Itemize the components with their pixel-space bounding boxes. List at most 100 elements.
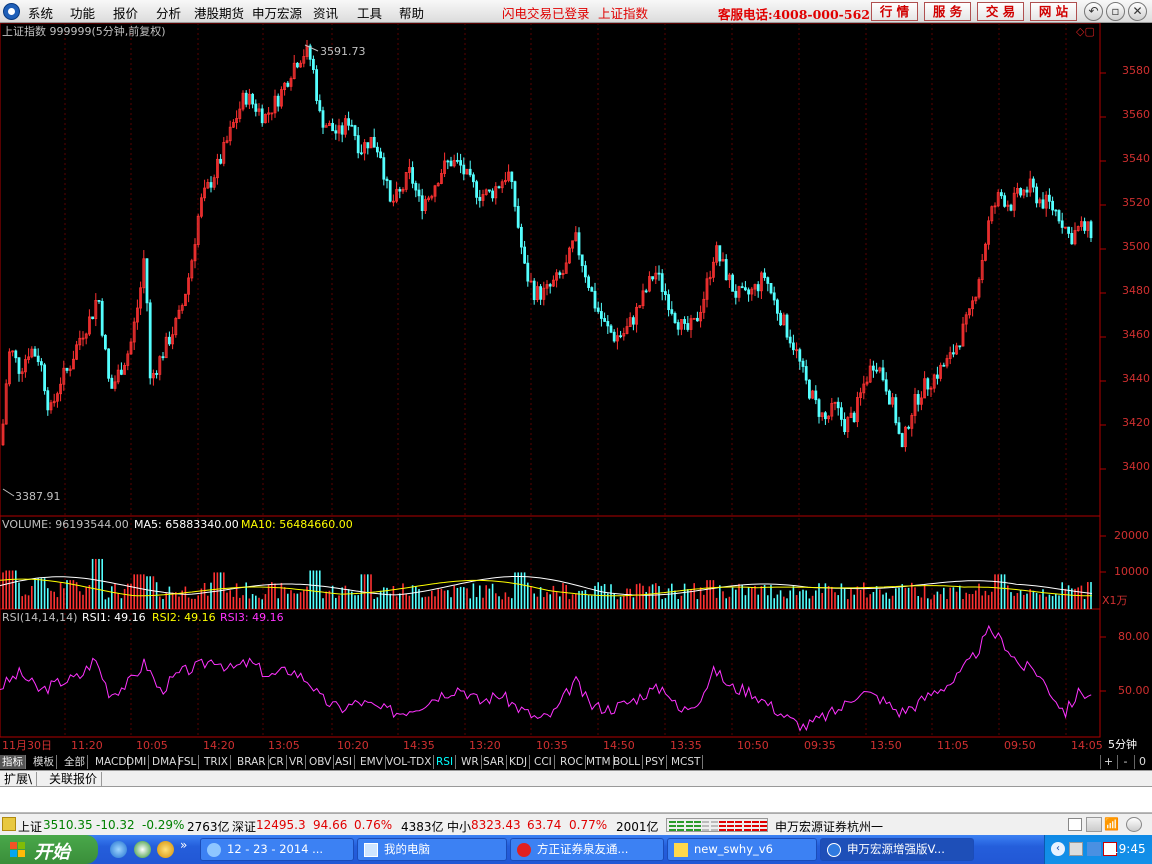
network-icon[interactable] [1087, 842, 1101, 856]
tab-indicator[interactable]: 指标 [0, 755, 26, 769]
close-icon[interactable]: ✕ [1128, 2, 1147, 21]
candle-body [167, 336, 171, 345]
candle-body [523, 246, 526, 264]
tab-kdj[interactable]: KDJ [507, 755, 531, 769]
candle-body [315, 69, 319, 101]
back-icon[interactable]: ↶ [1084, 2, 1103, 21]
tab-brar[interactable]: BRAR [235, 755, 269, 769]
tab-asi[interactable]: ASI [333, 755, 355, 769]
menu-item-swhy[interactable]: 申万宏源 [252, 3, 302, 22]
chart-area[interactable]: 上证指数 999999(5分钟,前复权) ◇▢ 3591.73 3387.91 … [0, 23, 1152, 755]
candle-body [1067, 226, 1070, 234]
tab-mcst[interactable]: MCST [669, 755, 704, 769]
rsi-tick-label: 80.00 [1118, 630, 1150, 643]
restore-icon[interactable]: ▫ [1106, 2, 1125, 21]
show-desktop-icon[interactable] [157, 841, 174, 858]
tab-extended[interactable]: 扩展\ [0, 772, 38, 786]
tab-all[interactable]: 全部 [62, 755, 88, 769]
tab-wr[interactable]: WR [459, 755, 482, 769]
tab-obv[interactable]: OBV [307, 755, 335, 769]
menu-item-analysis[interactable]: 分析 [156, 3, 181, 22]
time-axis-label: 14:20 [203, 739, 235, 752]
tab-psy[interactable]: PSY [643, 755, 668, 769]
tools-icon[interactable] [1086, 817, 1102, 832]
reset-indicator-button[interactable]: 0 [1134, 755, 1150, 769]
tab-boll[interactable]: BOLL [611, 755, 643, 769]
candle-body [17, 357, 21, 374]
tab-vol-tdx[interactable]: VOL-TDX [384, 755, 435, 769]
candle-body [1083, 221, 1086, 231]
ie-icon[interactable] [110, 841, 127, 858]
candle-body [497, 186, 501, 189]
menu-item-function[interactable]: 功能 [70, 3, 95, 22]
shanghai-index-link[interactable]: 上证指数 [598, 3, 648, 22]
tab-cr[interactable]: CR [267, 755, 287, 769]
time-axis-label: 11月30日 [2, 739, 52, 752]
rsi-tick-label: 50.00 [1118, 684, 1150, 697]
tab-emv[interactable]: EMV [358, 755, 386, 769]
breadth-led-segment [677, 825, 685, 827]
menu-item-system[interactable]: 系统 [28, 3, 53, 22]
help-icon[interactable] [1069, 842, 1083, 856]
time-axis-label: 14:50 [603, 739, 635, 752]
tab-cci[interactable]: CCI [532, 755, 555, 769]
message-icon[interactable] [1068, 818, 1082, 831]
tab-dmi[interactable]: DMI [124, 755, 150, 769]
breadth-led-segment [760, 829, 768, 831]
tab-dma[interactable]: DMA [150, 755, 180, 769]
market-breadth-indicator [666, 818, 768, 832]
chart-options-icon[interactable]: ◇▢ [1076, 25, 1095, 38]
taskbar-item[interactable]: 方正证券泉友通... [510, 838, 664, 861]
start-button[interactable]: 开始 [0, 835, 98, 864]
taskbar-item[interactable]: 申万宏源增强版V... [820, 838, 974, 861]
website-button[interactable]: 网 站 [1030, 2, 1077, 21]
service-button[interactable]: 服 务 [924, 2, 971, 21]
flash-trade-login-link[interactable]: 闪电交易已登录 [502, 3, 590, 22]
candle-body [1032, 178, 1035, 188]
menu-item-help[interactable]: 帮助 [399, 3, 424, 22]
menu-item-news[interactable]: 资讯 [313, 3, 338, 22]
zx-label: 中小 [447, 820, 472, 834]
period-label[interactable]: 5分钟 [1108, 738, 1137, 751]
tab-fsl[interactable]: FSL [176, 755, 200, 769]
breadth-led-segment [727, 825, 735, 827]
taskbar-item[interactable]: 我的电脑 [357, 838, 507, 861]
lock-icon[interactable] [1126, 817, 1142, 832]
tab-sar[interactable]: SAR [481, 755, 508, 769]
kline-chart-svg[interactable] [0, 23, 1152, 755]
tab-related-quotes[interactable]: 关联报价 [45, 772, 103, 786]
tab-rsi[interactable]: RSI [434, 755, 457, 769]
candle-body [516, 206, 520, 228]
time-axis-label: 14:05 [1071, 739, 1103, 752]
time-axis-label: 13:50 [870, 739, 902, 752]
market-button[interactable]: 行 情 [871, 2, 918, 21]
zx-value: 8323.43 [471, 818, 521, 832]
tab-mtm[interactable]: MTM [584, 755, 614, 769]
menu-item-quote[interactable]: 报价 [113, 3, 138, 22]
tab-roc[interactable]: ROC [558, 755, 586, 769]
tab-template[interactable]: 模板 [31, 755, 57, 769]
tab-vr[interactable]: VR [287, 755, 307, 769]
candle-body [801, 360, 805, 367]
candle-body [120, 369, 123, 375]
breadth-led-segment [718, 829, 726, 831]
tab-trix[interactable]: TRIX [202, 755, 231, 769]
taskbar-item[interactable]: 12 - 23 - 2014 ... [200, 838, 354, 861]
remove-indicator-button[interactable]: - [1117, 755, 1133, 769]
add-indicator-button[interactable]: + [1100, 755, 1116, 769]
trade-button[interactable]: 交 易 [977, 2, 1024, 21]
price-tick-label: 3440 [1122, 372, 1150, 385]
menu-item-tools[interactable]: 工具 [357, 3, 382, 22]
menu-item-hk-futures[interactable]: 港股期货 [194, 3, 244, 22]
quick-launch-more-icon[interactable]: » [180, 838, 187, 852]
media-player-icon[interactable] [134, 841, 151, 858]
app-logo-icon [3, 3, 20, 20]
taskbar-item[interactable]: new_swhy_v6 [667, 838, 817, 861]
candle-body [155, 373, 159, 375]
breadth-led-segment [677, 821, 685, 823]
candle-body [411, 167, 415, 184]
candle-body [449, 160, 453, 167]
candle-body [1009, 204, 1013, 211]
candle-body [660, 273, 664, 292]
tray-expand-icon[interactable]: ‹ [1051, 842, 1065, 856]
